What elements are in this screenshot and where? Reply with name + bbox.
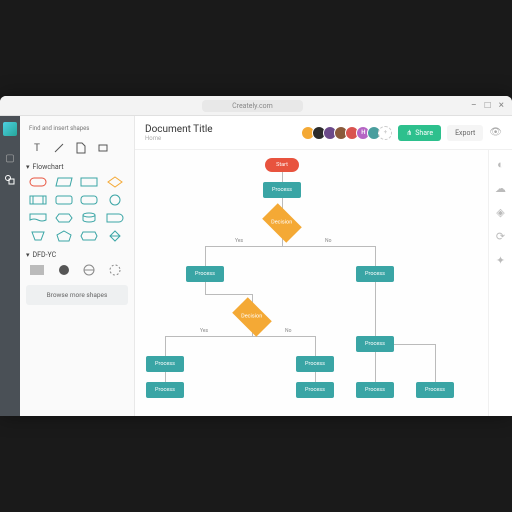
process-node[interactable]: Process — [416, 382, 454, 398]
breadcrumb[interactable]: Home — [145, 135, 213, 142]
edge — [282, 246, 375, 247]
edge — [252, 336, 315, 337]
text-tool[interactable]: T — [30, 141, 44, 155]
edge — [205, 246, 206, 266]
shape-dfd-rect[interactable] — [28, 263, 48, 277]
edge — [375, 352, 376, 382]
app-window: Creately.com − □ × ▢ T ▾ Flowchart — [0, 96, 512, 416]
edge — [282, 172, 283, 182]
line-tool[interactable] — [52, 141, 66, 155]
export-button[interactable]: Export — [447, 125, 483, 141]
minimize-icon[interactable]: − — [471, 100, 477, 111]
shape-sort[interactable] — [105, 229, 125, 243]
shape-search-input[interactable] — [26, 122, 128, 135]
shape-dfd-circle[interactable] — [79, 263, 99, 277]
decision-node[interactable]: Decision — [262, 203, 302, 243]
shape-circle[interactable] — [105, 193, 125, 207]
shapes-panel-icon[interactable] — [4, 174, 16, 186]
edge — [205, 294, 252, 295]
dfd-shapes — [26, 263, 128, 277]
document-title[interactable]: Document Title — [145, 124, 213, 135]
content-area: Document Title Home H + ⋔Share Export 👁 — [135, 116, 512, 416]
image-icon[interactable]: ▢ — [4, 152, 16, 164]
shape-trapezoid[interactable] — [28, 229, 48, 243]
edge — [394, 344, 435, 345]
url-bar[interactable]: Creately.com — [202, 100, 303, 112]
edge — [375, 282, 376, 336]
titlebar: Creately.com − □ × — [0, 96, 512, 116]
dfd-section-header[interactable]: ▾ DFD-YC — [26, 251, 128, 259]
maximize-icon[interactable]: □ — [485, 100, 491, 111]
yes-label: Yes — [200, 328, 208, 334]
process-node[interactable]: Process — [263, 182, 301, 198]
layers-icon[interactable]: ◈ — [495, 206, 507, 218]
shape-parallelogram[interactable] — [54, 175, 74, 189]
process-node[interactable]: Process — [146, 382, 184, 398]
browse-shapes-button[interactable]: Browse more shapes — [26, 285, 128, 305]
left-rail: ▢ — [0, 116, 20, 416]
flowchart-shapes — [26, 175, 128, 243]
shape-terminator[interactable] — [28, 175, 48, 189]
decision-node[interactable]: Decision — [232, 297, 272, 337]
edge — [315, 336, 316, 356]
shape-hexagon[interactable] — [54, 211, 74, 225]
edge — [205, 246, 282, 247]
shape-diamond[interactable] — [105, 175, 125, 189]
shape-display[interactable] — [79, 229, 99, 243]
close-icon[interactable]: × — [499, 100, 504, 111]
page-tool[interactable] — [74, 141, 88, 155]
shape-document[interactable] — [28, 211, 48, 225]
process-node[interactable]: Process — [356, 266, 394, 282]
comments-icon[interactable]: ☁ — [495, 182, 507, 194]
right-rail: ◐ ☁ ◈ ⟳ ✦ — [488, 150, 512, 416]
edge — [205, 282, 206, 294]
process-node[interactable]: Process — [146, 356, 184, 372]
rect-tool[interactable] — [96, 141, 110, 155]
history-icon[interactable]: ⟳ — [495, 230, 507, 242]
process-node[interactable]: Process — [356, 336, 394, 352]
main-area: ▢ T ▾ Flowchart — [0, 116, 512, 416]
canvas[interactable]: Yes No Yes No Start Process Decision Pro… — [135, 150, 488, 416]
chevron-down-icon: ▾ — [26, 163, 30, 171]
preview-icon[interactable]: 👁 — [489, 127, 502, 138]
chevron-down-icon: ▾ — [26, 251, 30, 259]
shape-dfd-circle-fill[interactable] — [54, 263, 74, 277]
share-icon: ⋔ — [406, 129, 412, 137]
process-node[interactable]: Process — [296, 356, 334, 372]
process-node[interactable]: Process — [296, 382, 334, 398]
edge — [165, 336, 252, 337]
palette-icon[interactable]: ◐ — [495, 158, 507, 170]
start-node[interactable]: Start — [265, 158, 299, 172]
add-collaborator-button[interactable]: + — [378, 126, 392, 140]
shape-cylinder[interactable] — [79, 211, 99, 225]
shape-predefined[interactable] — [28, 193, 48, 207]
shape-pentagon[interactable] — [54, 229, 74, 243]
basic-tools: T — [26, 141, 128, 155]
shape-rounded2[interactable] — [79, 193, 99, 207]
process-node[interactable]: Process — [186, 266, 224, 282]
shape-rect[interactable] — [79, 175, 99, 189]
edge — [435, 344, 436, 382]
shapes-sidebar: T ▾ Flowchart — [20, 116, 135, 416]
app-logo[interactable] — [3, 122, 17, 136]
edge — [165, 336, 166, 356]
edge — [165, 372, 166, 382]
edge — [315, 372, 316, 382]
dfd-label: DFD-YC — [33, 251, 57, 259]
process-node[interactable]: Process — [356, 382, 394, 398]
no-label: No — [285, 328, 291, 334]
shape-rounded[interactable] — [54, 193, 74, 207]
shape-dfd-dashed[interactable] — [105, 263, 125, 277]
shape-delay[interactable] — [105, 211, 125, 225]
collaborator-avatars: H + — [304, 126, 392, 140]
more-icon[interactable]: ✦ — [495, 254, 507, 266]
no-label: No — [325, 238, 331, 244]
doc-header: Document Title Home H + ⋔Share Export 👁 — [135, 116, 512, 150]
flowchart-section-header[interactable]: ▾ Flowchart — [26, 163, 128, 171]
yes-label: Yes — [235, 238, 243, 244]
edge — [375, 246, 376, 266]
share-button[interactable]: ⋔Share — [398, 125, 441, 141]
flowchart-label: Flowchart — [33, 163, 64, 171]
